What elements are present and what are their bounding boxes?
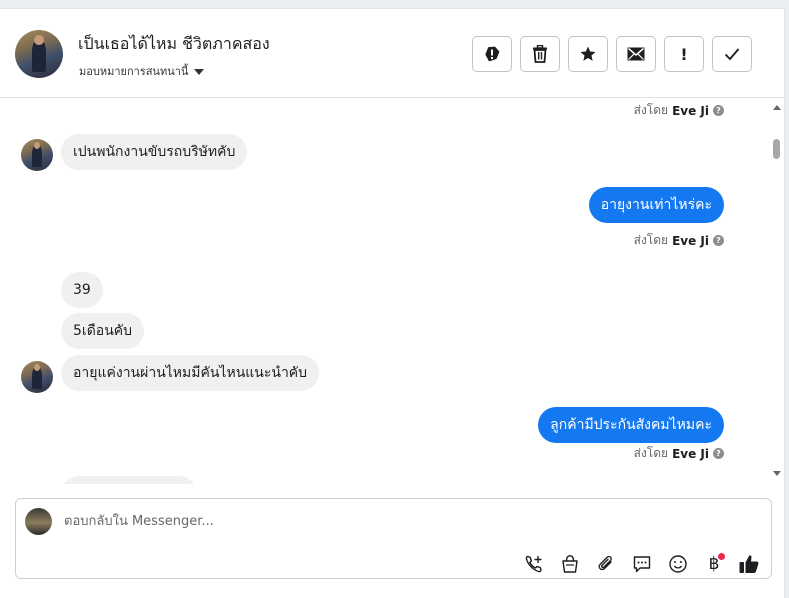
emoji-button[interactable] xyxy=(667,553,689,575)
sent-by-label: ส่งโดย Eve Ji ? xyxy=(634,444,724,463)
emoji-icon xyxy=(669,555,687,573)
mark-spam-button[interactable] xyxy=(472,36,512,72)
caret-down-icon xyxy=(194,68,205,75)
attach-button[interactable] xyxy=(595,553,617,575)
message-bubble-incoming[interactable]: เปนพนักงานขับรถบริษัทคับ xyxy=(61,134,248,170)
exclamation-icon: ! xyxy=(680,44,688,64)
reply-composer: ฿ xyxy=(15,498,772,579)
contact-avatar[interactable] xyxy=(15,30,63,78)
shopping-bag-icon xyxy=(562,555,578,573)
scroll-down-arrow-icon[interactable] xyxy=(773,471,781,476)
page-avatar xyxy=(25,508,52,535)
call-add-button[interactable] xyxy=(523,553,545,575)
sent-by-label: ส่งโดย Eve Ji ? xyxy=(634,101,724,120)
customer-avatar[interactable] xyxy=(21,139,53,171)
delete-button[interactable] xyxy=(520,36,560,72)
notification-dot xyxy=(718,553,725,560)
assign-label: มอบหมายการสนทนานี้ xyxy=(79,65,189,78)
customer-avatar[interactable] xyxy=(21,361,53,393)
help-icon[interactable]: ? xyxy=(713,448,724,459)
conversation-header: เป็นเธอได้ไหม ชีวิตภาคสอง มอบหมายการสนทน… xyxy=(0,9,785,98)
follow-up-button[interactable]: ! xyxy=(664,36,704,72)
thumbs-up-icon xyxy=(739,555,759,573)
paperclip-icon xyxy=(598,555,612,571)
alert-icon xyxy=(485,46,500,62)
saved-replies-button[interactable] xyxy=(631,553,653,575)
mark-done-button[interactable] xyxy=(712,36,752,72)
help-icon[interactable]: ? xyxy=(713,105,724,116)
message-thread[interactable]: ส่งโดย Eve Ji ? เปนพนักงานขับรถบริษัทคับ… xyxy=(0,99,770,484)
reply-input[interactable] xyxy=(64,511,664,531)
sent-by-label: ส่งโดย Eve Ji ? xyxy=(634,231,724,250)
contact-name[interactable]: เป็นเธอได้ไหม ชีวิตภาคสอง xyxy=(78,32,270,57)
thread-scrollbar[interactable] xyxy=(770,99,784,489)
assign-conversation-dropdown[interactable]: มอบหมายการสนทนานี้ xyxy=(79,62,205,80)
trash-icon xyxy=(533,45,547,63)
scroll-thumb[interactable] xyxy=(773,139,780,159)
chat-bubble-icon xyxy=(633,556,651,573)
message-bubble-outgoing[interactable]: ลูกค้ามีประกันสังคมไหมคะ xyxy=(538,407,724,443)
mark-unread-button[interactable] xyxy=(616,36,656,72)
like-button[interactable] xyxy=(738,553,760,575)
help-icon[interactable]: ? xyxy=(713,235,724,246)
payment-button[interactable]: ฿ xyxy=(703,553,725,575)
message-bubble-incoming[interactable]: 39 xyxy=(61,272,103,308)
star-button[interactable] xyxy=(568,36,608,72)
message-bubble-incoming[interactable]: อายุแค่งานผ่านไหมมีคันไหนแนะนำคับ xyxy=(61,355,320,391)
scroll-up-arrow-icon[interactable] xyxy=(773,105,781,110)
message-bubble-outgoing[interactable]: อายุงานเท่าไหร่คะ xyxy=(588,187,724,223)
call-add-icon xyxy=(525,555,542,573)
mail-icon xyxy=(627,47,645,61)
shop-button[interactable] xyxy=(559,553,581,575)
message-bubble-incoming[interactable]: 5เดือนคับ xyxy=(61,313,145,349)
star-icon xyxy=(580,46,596,61)
message-bubble-incoming-partial[interactable] xyxy=(61,476,197,484)
conversation-panel: เป็นเธอได้ไหม ชีวิตภาคสอง มอบหมายการสนทน… xyxy=(0,8,785,598)
check-icon xyxy=(724,48,740,61)
